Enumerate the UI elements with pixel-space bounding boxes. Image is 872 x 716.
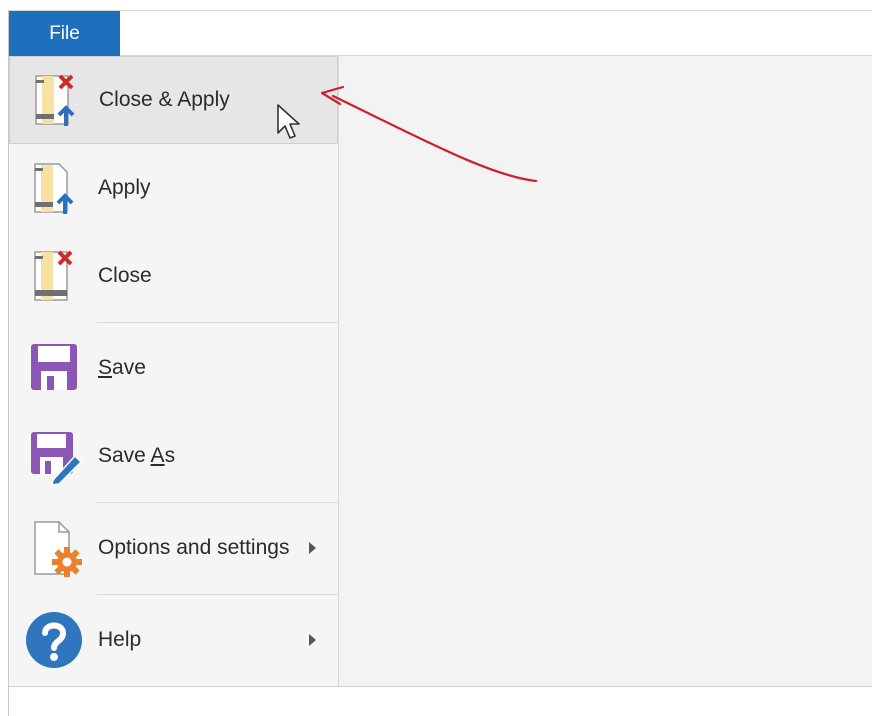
- menu-item-save-as[interactable]: Save As: [9, 412, 338, 500]
- close-icon: [34, 250, 73, 301]
- ribbon-bar: File: [9, 10, 872, 57]
- menu-item-help[interactable]: Help: [9, 596, 338, 684]
- menu-item-label: Apply: [98, 176, 151, 199]
- submenu-arrow-icon: [309, 634, 316, 646]
- close-apply-icon: [35, 74, 75, 126]
- menu-item-apply[interactable]: Apply: [9, 144, 338, 232]
- menu-separator: [97, 322, 338, 323]
- menu-separator: [97, 594, 338, 595]
- menu-item-label: Options and settings: [98, 536, 290, 559]
- menu-item-label: Help: [98, 628, 142, 651]
- menu-separator: [97, 502, 338, 503]
- mouse-cursor-icon: [277, 104, 300, 139]
- help-icon: [26, 612, 82, 668]
- menu-item-label: Save As: [98, 444, 176, 467]
- menu-item-label: Close: [98, 264, 152, 287]
- gear-icon: [34, 521, 82, 577]
- save-as-icon: [31, 432, 83, 486]
- file-menu: Close & Apply Apply Close Save Save As O…: [9, 56, 339, 687]
- menu-item-label: Save: [98, 356, 146, 379]
- app-window: File Close & Apply Apply Close Save Save…: [8, 10, 872, 716]
- apply-icon: [34, 163, 74, 214]
- status-strip: [9, 686, 872, 716]
- file-tab[interactable]: File: [9, 11, 120, 57]
- menu-item-save[interactable]: Save: [9, 324, 338, 412]
- save-icon: [31, 344, 77, 390]
- menu-item-options-settings[interactable]: Options and settings: [9, 504, 338, 592]
- menu-item-label: Close & Apply: [99, 88, 230, 111]
- menu-item-close[interactable]: Close: [9, 232, 338, 320]
- submenu-arrow-icon: [309, 542, 316, 554]
